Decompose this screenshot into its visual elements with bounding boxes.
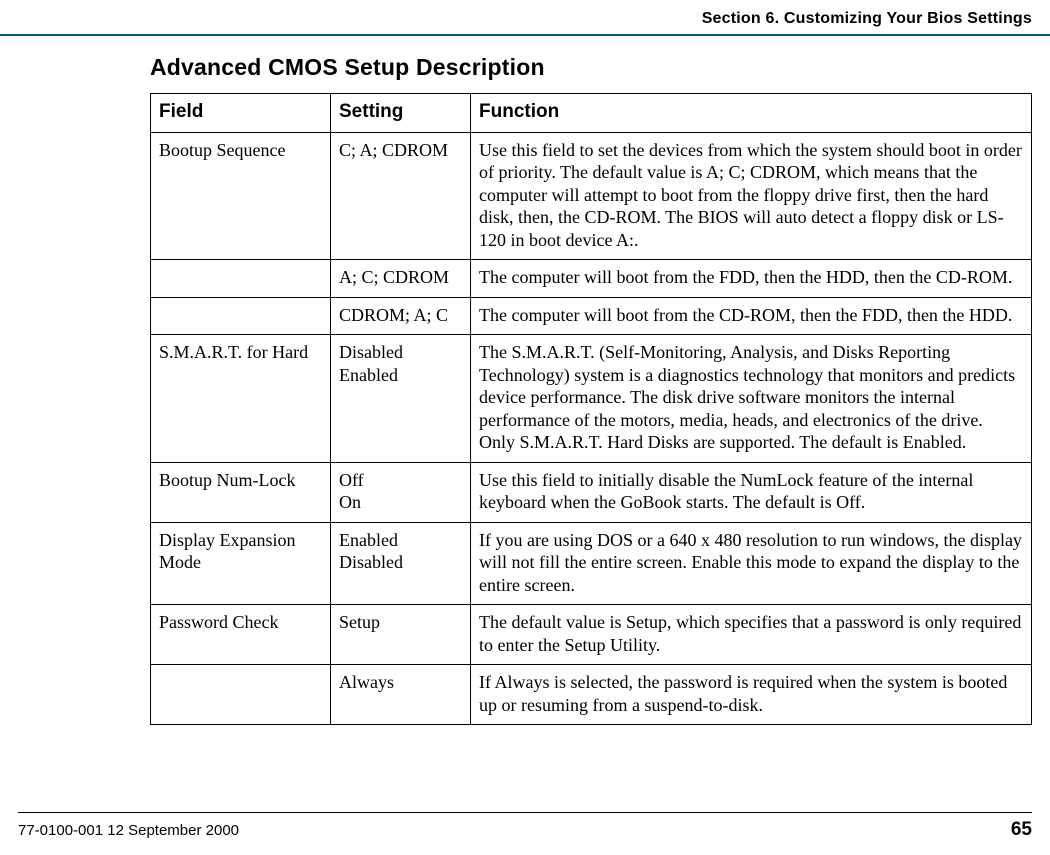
cell-setting: Setup	[331, 605, 471, 665]
col-header-setting: Setting	[331, 94, 471, 133]
doc-id: 77-0100-001 12 September 2000	[18, 822, 239, 839]
cell-field: Password Check	[151, 605, 331, 665]
cell-setting: CDROM; A; C	[331, 297, 471, 335]
table-header-row: Field Setting Function	[151, 94, 1032, 133]
table-row: S.M.A.R.T. for Hard DisabledEnabled The …	[151, 335, 1032, 463]
footer: 77-0100-001 12 September 2000 65	[18, 812, 1032, 841]
table-row: Display Expansion Mode EnabledDisabled I…	[151, 522, 1032, 605]
table-row: Bootup Sequence C; A; CDROM Use this fie…	[151, 132, 1032, 260]
cell-function: If you are using DOS or a 640 x 480 reso…	[471, 522, 1032, 605]
cell-field	[151, 297, 331, 335]
table-row: Bootup Num-Lock OffOn Use this field to …	[151, 462, 1032, 522]
cell-field: Display Expansion Mode	[151, 522, 331, 605]
cell-setting: EnabledDisabled	[331, 522, 471, 605]
table-row: CDROM; A; C The computer will boot from …	[151, 297, 1032, 335]
table-row: A; C; CDROM The computer will boot from …	[151, 260, 1032, 298]
cell-setting: C; A; CDROM	[331, 132, 471, 260]
cell-setting: A; C; CDROM	[331, 260, 471, 298]
cell-field	[151, 260, 331, 298]
cell-function: The S.M.A.R.T. (Self-Monitoring, Analysi…	[471, 335, 1032, 463]
header-rule	[0, 34, 1050, 36]
cell-function: If Always is selected, the password is r…	[471, 665, 1032, 725]
page: Section 6. Customizing Your Bios Setting…	[0, 0, 1050, 855]
cell-function: Use this field to initially disable the …	[471, 462, 1032, 522]
cell-setting: DisabledEnabled	[331, 335, 471, 463]
cell-setting: OffOn	[331, 462, 471, 522]
table-row: Always If Always is selected, the passwo…	[151, 665, 1032, 725]
page-number: 65	[1011, 819, 1032, 841]
cell-function: Use this field to set the devices from w…	[471, 132, 1032, 260]
running-head: Section 6. Customizing Your Bios Setting…	[702, 10, 1032, 28]
cell-field: S.M.A.R.T. for Hard	[151, 335, 331, 463]
content-area: Advanced CMOS Setup Description Field Se…	[150, 46, 1032, 725]
cell-function: The computer will boot from the FDD, the…	[471, 260, 1032, 298]
cell-setting: Always	[331, 665, 471, 725]
cell-field	[151, 665, 331, 725]
cell-function: The default value is Setup, which specif…	[471, 605, 1032, 665]
table-row: Password Check Setup The default value i…	[151, 605, 1032, 665]
page-title: Advanced CMOS Setup Description	[150, 54, 1032, 81]
cell-function: The computer will boot from the CD-ROM, …	[471, 297, 1032, 335]
cell-field: Bootup Num-Lock	[151, 462, 331, 522]
col-header-field: Field	[151, 94, 331, 133]
cell-field: Bootup Sequence	[151, 132, 331, 260]
cmos-setup-table: Field Setting Function Bootup Sequence C…	[150, 93, 1032, 725]
col-header-function: Function	[471, 94, 1032, 133]
